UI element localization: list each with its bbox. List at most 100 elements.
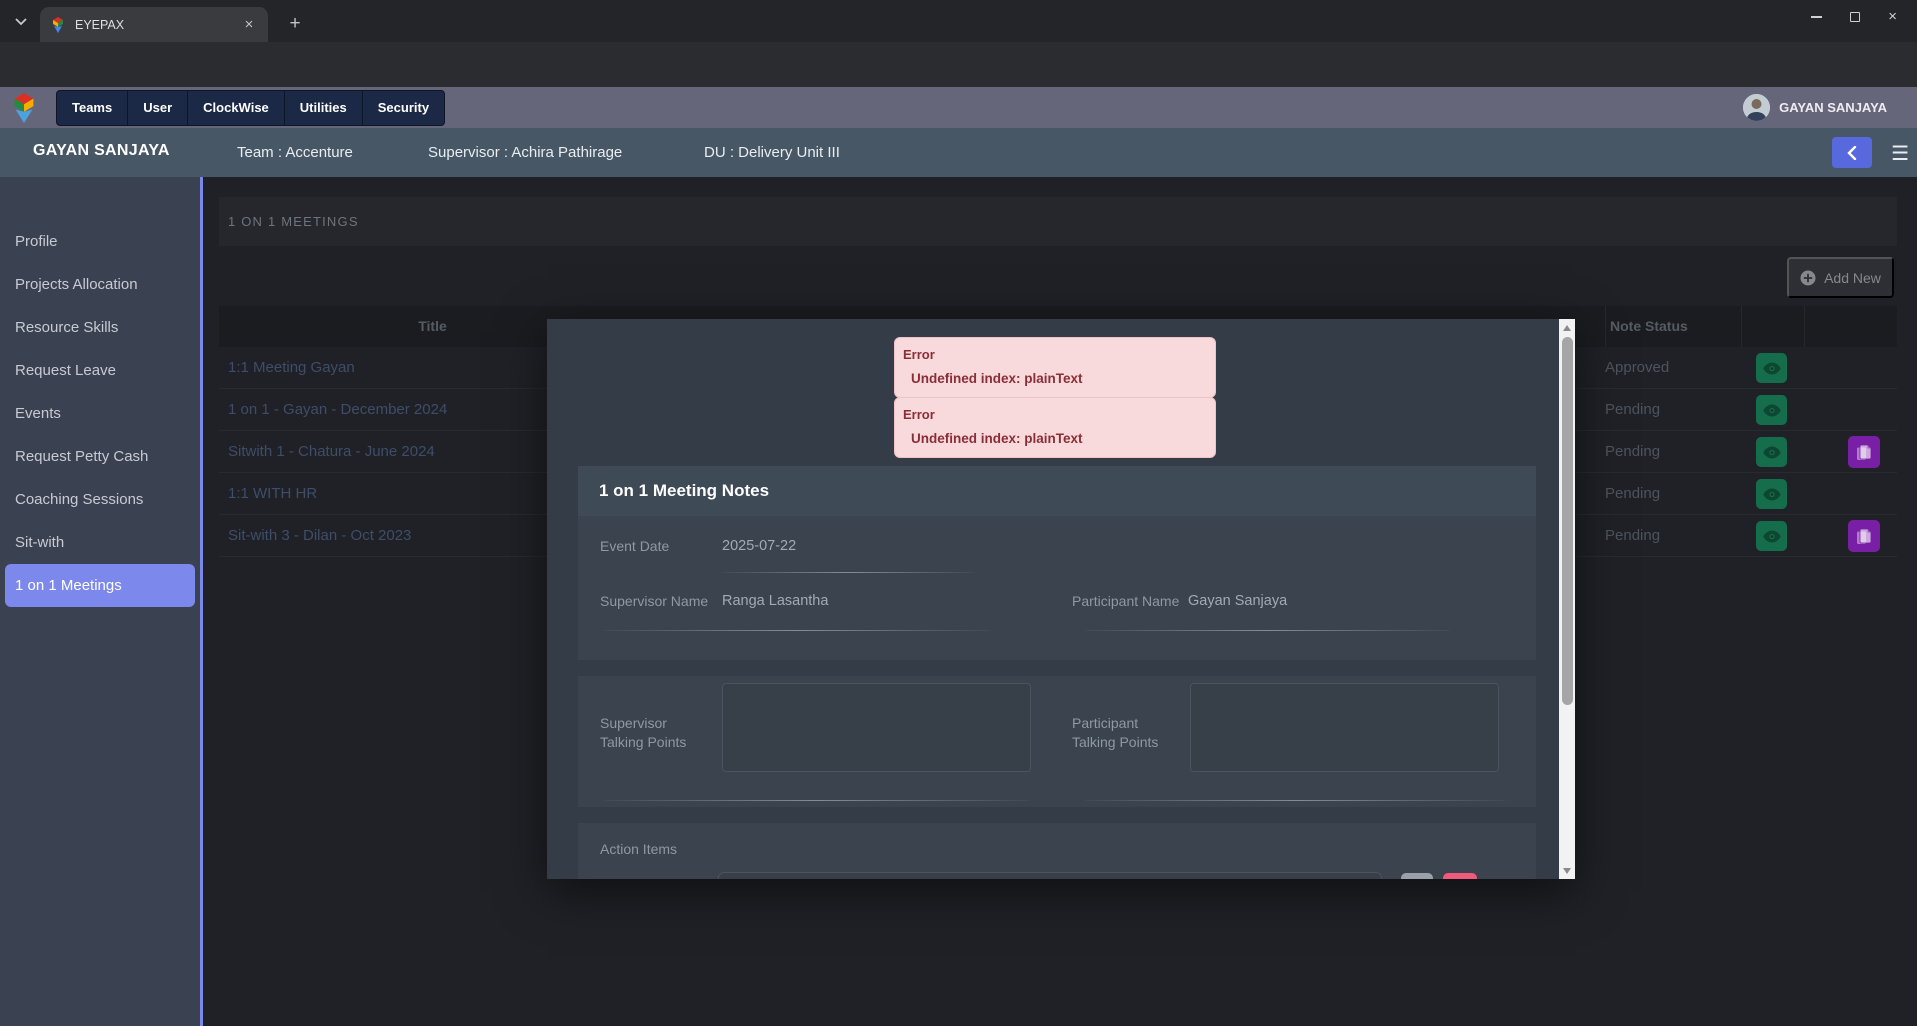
column-copy (1804, 306, 1897, 347)
meeting-title: 1:1 Meeting Gayan (228, 347, 355, 389)
employee-supervisor: Supervisor : Achira Pathirage (428, 144, 622, 161)
main-menu: TeamsUserClockWiseUtilitiesSecurity (56, 90, 445, 126)
action-items-label: Action Items (600, 841, 677, 857)
note-status: Pending (1605, 515, 1660, 557)
event-date-label: Event Date (600, 538, 669, 554)
meeting-title: Sitwith 1 - Chatura - June 2024 (228, 431, 435, 473)
menu-item-teams[interactable]: Teams (57, 91, 128, 125)
tab-close-icon[interactable]: × (240, 16, 258, 34)
participant-name-underline (1085, 630, 1450, 631)
minimize-icon[interactable] (1811, 16, 1822, 18)
new-tab-button[interactable]: + (282, 11, 308, 37)
sidebar-item-resource-skills[interactable]: Resource Skills (0, 306, 200, 349)
modal-title: 1 on 1 Meeting Notes (578, 466, 1536, 516)
scroll-down-icon[interactable] (1559, 862, 1575, 879)
copy-icon (1856, 444, 1872, 461)
browser-toolbar: ← → ↻ Not secure jira2-stage.eyepax.info… (0, 42, 1917, 87)
avatar (1743, 94, 1770, 121)
supervisor-name-label: Supervisor Name (600, 593, 708, 609)
modal-scrollbar[interactable] (1559, 319, 1575, 879)
app-navbar: TeamsUserClockWiseUtilitiesSecurity GAYA… (0, 87, 1917, 128)
eyepax-logo-icon (9, 92, 39, 124)
action-item-remove-button[interactable] (1443, 873, 1477, 879)
employee-team: Team : Accenture (237, 144, 353, 161)
view-button[interactable] (1756, 437, 1787, 467)
sidebar-item-coaching-sessions[interactable]: Coaching Sessions (0, 478, 200, 521)
supervisor-talking-textarea[interactable] (722, 683, 1031, 772)
action-items-panel: Action Items (578, 823, 1536, 879)
menu-item-user[interactable]: User (128, 91, 188, 125)
note-status: Pending (1605, 431, 1660, 473)
note-status: Pending (1605, 473, 1660, 515)
tab-strip: EYEPAX × + × (0, 0, 1917, 42)
participant-name-value: Gayan Sanjaya (1188, 593, 1287, 609)
tab-title: EYEPAX (75, 18, 240, 32)
eye-icon (1763, 530, 1781, 543)
sidebar-item-request-petty-cash[interactable]: Request Petty Cash (0, 435, 200, 478)
window-close-icon[interactable]: × (1888, 12, 1897, 22)
scrollbar-thumb[interactable] (1562, 337, 1573, 705)
supervisor-name-underline (604, 630, 990, 631)
note-status: Pending (1605, 389, 1660, 431)
error-alerts: Error Undefined index: plainText Error U… (894, 337, 1216, 458)
error-alert: Error Undefined index: plainText (894, 397, 1216, 458)
meeting-notes-modal: Error Undefined index: plainText Error U… (547, 319, 1575, 879)
copy-button[interactable] (1848, 520, 1880, 552)
event-date-value: 2025-07-22 (722, 538, 796, 554)
add-new-label: Add New (1824, 270, 1881, 286)
browser-tab[interactable]: EYEPAX × (40, 7, 268, 42)
supervisor-talking-underline (604, 800, 1030, 801)
error-title: Error (903, 347, 1205, 362)
menu-item-security[interactable]: Security (363, 91, 444, 125)
action-item-input[interactable] (718, 872, 1382, 879)
supervisor-name-value: Ranga Lasantha (722, 593, 828, 609)
employee-name: GAYAN SANJAYA (33, 142, 170, 160)
view-button[interactable] (1756, 353, 1787, 383)
maximize-icon[interactable] (1850, 12, 1860, 22)
eye-icon (1763, 404, 1781, 417)
sidebar-item-sit-with[interactable]: Sit-with (0, 521, 200, 564)
view-button[interactable] (1756, 395, 1787, 425)
window-controls: × (1811, 0, 1909, 34)
sidebar-item-request-leave[interactable]: Request Leave (0, 349, 200, 392)
browser-window: EYEPAX × + × ← → ↻ Not secure jira2-stag… (0, 0, 1917, 1026)
column-note-status: Note Status (1605, 306, 1741, 347)
meeting-title: 1:1 WITH HR (228, 473, 317, 515)
view-button[interactable] (1756, 521, 1787, 551)
participant-talking-underline (1085, 800, 1505, 801)
employee-info-bar: GAYAN SANJAYA Team : Accenture Superviso… (0, 128, 1917, 177)
action-item-secondary-button[interactable] (1401, 873, 1433, 879)
hamburger-menu-icon[interactable]: ☰ (1891, 141, 1909, 166)
menu-item-utilities[interactable]: Utilities (285, 91, 363, 125)
eye-icon (1763, 362, 1781, 375)
sidebar: ProfileProjects AllocationResource Skill… (0, 177, 200, 1026)
chevron-left-icon (1847, 146, 1857, 160)
eye-icon (1763, 488, 1781, 501)
sidebar-item-projects-allocation[interactable]: Projects Allocation (0, 263, 200, 306)
view-button[interactable] (1756, 479, 1787, 509)
menu-item-clockwise[interactable]: ClockWise (188, 91, 285, 125)
add-new-button[interactable]: Add New (1787, 257, 1894, 298)
participant-talking-textarea[interactable] (1190, 683, 1499, 772)
error-message: Undefined index: plainText (903, 371, 1205, 386)
sidebar-item-profile[interactable]: Profile (0, 220, 200, 263)
copy-icon (1856, 528, 1872, 545)
participant-name-label: Participant Name (1072, 593, 1179, 609)
collapse-sidebar-button[interactable] (1832, 137, 1872, 168)
user-name: GAYAN SANJAYA (1779, 100, 1887, 115)
meeting-title: Sit-with 3 - Dilan - Oct 2023 (228, 515, 411, 557)
copy-button[interactable] (1848, 436, 1880, 468)
sidebar-item-events[interactable]: Events (0, 392, 200, 435)
sidebar-item-1-on-1-meetings[interactable]: 1 on 1 Meetings (5, 564, 195, 607)
eye-icon (1763, 446, 1781, 459)
participant-talking-label: Participant Talking Points (1072, 714, 1167, 752)
employee-du: DU : Delivery Unit III (704, 144, 840, 161)
eyepax-favicon-icon (50, 17, 66, 33)
tab-search-chevron-icon[interactable] (8, 9, 34, 35)
meeting-fields-panel: Event Date 2025-07-22 Supervisor Name Ra… (578, 516, 1536, 660)
user-menu[interactable]: GAYAN SANJAYA (1743, 87, 1887, 128)
talking-points-panel: Supervisor Talking Points Participant Ta… (578, 676, 1536, 807)
scroll-up-icon[interactable] (1559, 319, 1575, 336)
error-message: Undefined index: plainText (903, 431, 1205, 446)
supervisor-talking-label: Supervisor Talking Points (600, 714, 692, 752)
